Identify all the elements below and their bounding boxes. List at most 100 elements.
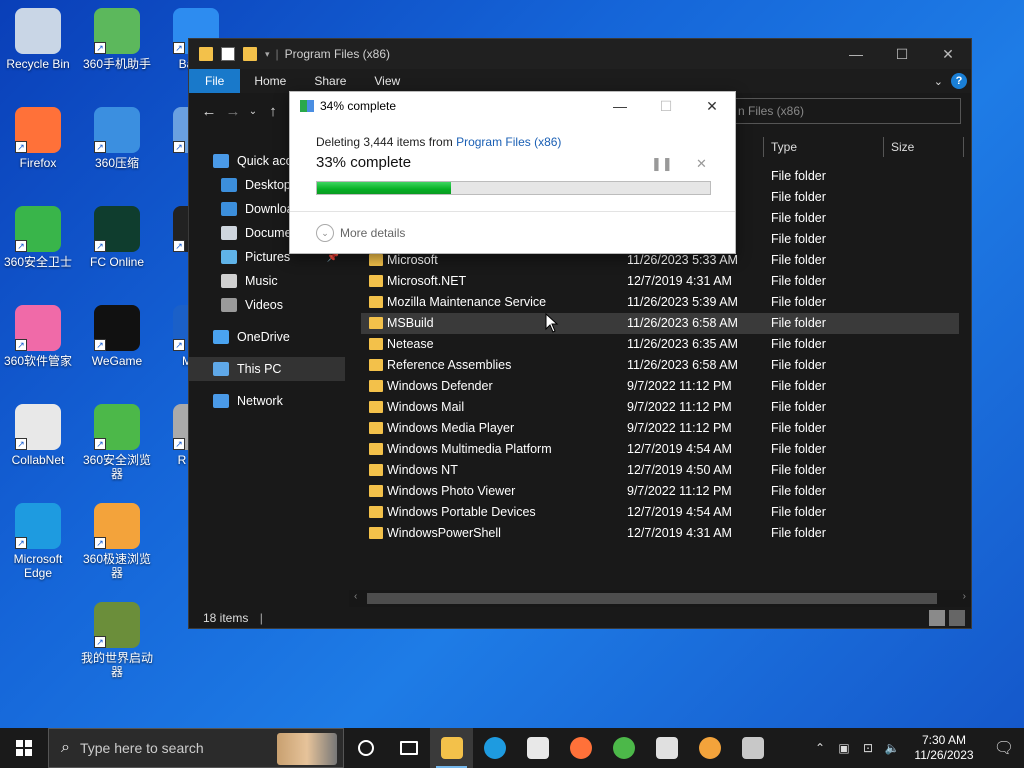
desktop-icon-item[interactable]: ↗ WeGame bbox=[79, 305, 155, 368]
file-type: File folder bbox=[771, 295, 826, 309]
properties-icon[interactable] bbox=[221, 47, 235, 61]
desktop-icon-item[interactable]: ↗ 我的世界启动器 bbox=[79, 602, 155, 679]
details-view-icon[interactable] bbox=[929, 610, 945, 626]
table-row[interactable]: Microsoft.NET 12/7/2019 4:31 AM File folde… bbox=[361, 271, 961, 292]
network-tray-icon[interactable]: ⊡ bbox=[856, 741, 880, 755]
table-row[interactable]: Windows NT 12/7/2019 4:50 AM File folder bbox=[361, 460, 961, 481]
customize-toolbar-chevron-icon[interactable]: ▾ bbox=[265, 49, 270, 60]
clock[interactable]: 7:30 AM 11/26/2023 bbox=[904, 733, 984, 763]
download-icon bbox=[221, 202, 237, 216]
documents-icon bbox=[221, 226, 237, 240]
scroll-left-icon[interactable]: ‹ bbox=[354, 591, 357, 602]
taskbar-app[interactable] bbox=[516, 728, 559, 768]
dialog-minimize-button[interactable]: — bbox=[597, 98, 643, 115]
back-arrow-icon[interactable]: ← bbox=[197, 103, 221, 120]
search-highlight-image[interactable] bbox=[277, 733, 337, 765]
nav-item-onedrive[interactable]: OneDrive bbox=[189, 325, 345, 349]
dialog-maximize-button: ☐ bbox=[659, 97, 673, 114]
file-type: File folder bbox=[771, 400, 826, 414]
taskbar-app[interactable] bbox=[430, 728, 473, 768]
taskbar-app[interactable] bbox=[387, 728, 430, 768]
tab-home[interactable]: Home bbox=[240, 69, 300, 93]
dialog-titlebar[interactable]: 34% complete — ☐ ✕ bbox=[290, 92, 735, 120]
cancel-icon[interactable]: ✕ bbox=[696, 156, 707, 172]
file-date: 11/26/2023 6:58 AM bbox=[627, 316, 738, 330]
search-icon: ⌕ bbox=[61, 739, 70, 756]
source-folder-link[interactable]: Program Files (x86) bbox=[456, 135, 561, 149]
table-row[interactable]: Windows Defender 9/7/2022 11:12 PM File fo… bbox=[361, 376, 961, 397]
taskbar-app[interactable] bbox=[473, 728, 516, 768]
taskbar-app[interactable] bbox=[688, 728, 731, 768]
device-icon[interactable]: ▣ bbox=[832, 741, 856, 755]
table-row[interactable]: Netease 11/26/2023 6:35 AM File folder bbox=[361, 334, 961, 355]
table-row[interactable]: MSBuild 11/26/2023 6:58 AM File folder bbox=[361, 313, 959, 334]
table-row[interactable]: Mozilla Maintenance Service 11/26/2023 5:… bbox=[361, 292, 961, 313]
desktop-icon-item[interactable]: ↗ Firefox bbox=[0, 107, 76, 170]
taskbar-app[interactable] bbox=[344, 728, 387, 768]
tab-share[interactable]: Share bbox=[300, 69, 360, 93]
pause-icon[interactable]: ❚❚ bbox=[651, 156, 673, 172]
nav-item-music[interactable]: Music bbox=[189, 269, 345, 293]
table-row[interactable]: Windows Media Player 9/7/2022 11:12 PM Fil… bbox=[361, 418, 961, 439]
taskbar-app[interactable] bbox=[559, 728, 602, 768]
desktop-icon-item[interactable]: ↗ 360软件管家 bbox=[0, 305, 76, 368]
dialog-close-button[interactable]: ✕ bbox=[689, 98, 735, 115]
tab-view[interactable]: View bbox=[360, 69, 414, 93]
scroll-right-icon[interactable]: › bbox=[963, 591, 966, 602]
nav-item-label: OneDrive bbox=[237, 330, 290, 344]
desktop-icon-item[interactable]: ↗ 360安全浏览器 bbox=[79, 404, 155, 481]
nav-item-this-pc[interactable]: This PC bbox=[189, 357, 345, 381]
expand-ribbon-chevron-icon[interactable]: ⌄ bbox=[934, 75, 943, 88]
nav-item-videos[interactable]: Videos bbox=[189, 293, 345, 317]
network-icon bbox=[213, 394, 229, 408]
progress-fill bbox=[317, 182, 451, 194]
table-row[interactable]: Reference Assemblies 11/26/2023 6:58 AM Fi… bbox=[361, 355, 961, 376]
up-arrow-icon[interactable]: ↑ bbox=[261, 103, 285, 120]
search-input[interactable]: n Files (x86) bbox=[729, 98, 961, 124]
column-header-size[interactable]: Size bbox=[891, 135, 914, 159]
column-separator[interactable] bbox=[963, 137, 964, 157]
show-hidden-icons-chevron-icon[interactable]: ⌃ bbox=[808, 741, 832, 755]
taskbar-app[interactable] bbox=[731, 728, 774, 768]
maximize-button[interactable]: ☐ bbox=[879, 39, 925, 69]
desktop-icon-item[interactable]: ↗ 360压缩 bbox=[79, 107, 155, 170]
forward-arrow-icon[interactable]: → bbox=[221, 103, 245, 120]
desktop-icon-item[interactable]: ↗ Microsoft Edge bbox=[0, 503, 76, 580]
desktop-icon-item[interactable]: ↗ CollabNet bbox=[0, 404, 76, 467]
file-name: Windows Photo Viewer bbox=[387, 484, 516, 498]
column-separator[interactable] bbox=[883, 137, 884, 157]
more-details-button[interactable]: ⌄ More details bbox=[316, 224, 405, 242]
explorer-titlebar[interactable]: ▾ | Program Files (x86) — ☐ ✕ bbox=[189, 39, 971, 69]
nav-item-network[interactable]: Network bbox=[189, 389, 345, 413]
desktop-icon-item[interactable]: ↗ 360手机助手 bbox=[79, 8, 155, 71]
table-row[interactable]: Windows Photo Viewer 9/7/2022 11:12 PM Fil… bbox=[361, 481, 961, 502]
new-folder-icon[interactable] bbox=[243, 47, 257, 61]
table-row[interactable]: Windows Portable Devices 12/7/2019 4:54 A… bbox=[361, 502, 961, 523]
scrollbar-thumb[interactable] bbox=[367, 593, 937, 604]
delete-progress-dialog[interactable]: 34% complete — ☐ ✕ Deleting 3,444 items … bbox=[289, 91, 736, 254]
desktop-icon-item[interactable]: ↗ FC Online bbox=[79, 206, 155, 269]
help-icon[interactable]: ? bbox=[951, 73, 967, 89]
taskbar-app[interactable] bbox=[602, 728, 645, 768]
recent-locations-chevron-icon[interactable]: ⌄ bbox=[245, 106, 261, 117]
volume-muted-icon[interactable]: 🔈 bbox=[880, 741, 904, 755]
column-header-type[interactable]: Type bbox=[771, 135, 797, 159]
notification-center-icon[interactable]: 🗨 bbox=[984, 738, 1024, 758]
close-button[interactable]: ✕ bbox=[925, 39, 971, 69]
minimize-button[interactable]: — bbox=[833, 39, 879, 69]
desktop-icon-item[interactable]: ↗ 360安全卫士 bbox=[0, 206, 76, 269]
start-button[interactable] bbox=[0, 728, 48, 768]
column-separator[interactable] bbox=[763, 137, 764, 157]
taskbar-app[interactable] bbox=[645, 728, 688, 768]
desktop-icon-item[interactable]: Recycle Bin bbox=[0, 8, 76, 71]
large-icons-view-icon[interactable] bbox=[949, 610, 965, 626]
table-row[interactable]: Windows Mail 9/7/2022 11:12 PM File folder bbox=[361, 397, 961, 418]
horizontal-scrollbar[interactable]: ‹ › bbox=[349, 590, 971, 607]
file-type: File folder bbox=[771, 379, 826, 393]
taskbar-search-input[interactable]: ⌕ Type here to search bbox=[48, 728, 344, 768]
table-row[interactable]: Windows Multimedia Platform 12/7/2019 4:5… bbox=[361, 439, 961, 460]
desktop-icon-item[interactable]: ↗ 360极速浏览器 bbox=[79, 503, 155, 580]
tab-file[interactable]: File bbox=[189, 69, 241, 93]
music-icon bbox=[221, 274, 237, 288]
table-row[interactable]: WindowsPowerShell 12/7/2019 4:31 AM File f… bbox=[361, 523, 961, 544]
